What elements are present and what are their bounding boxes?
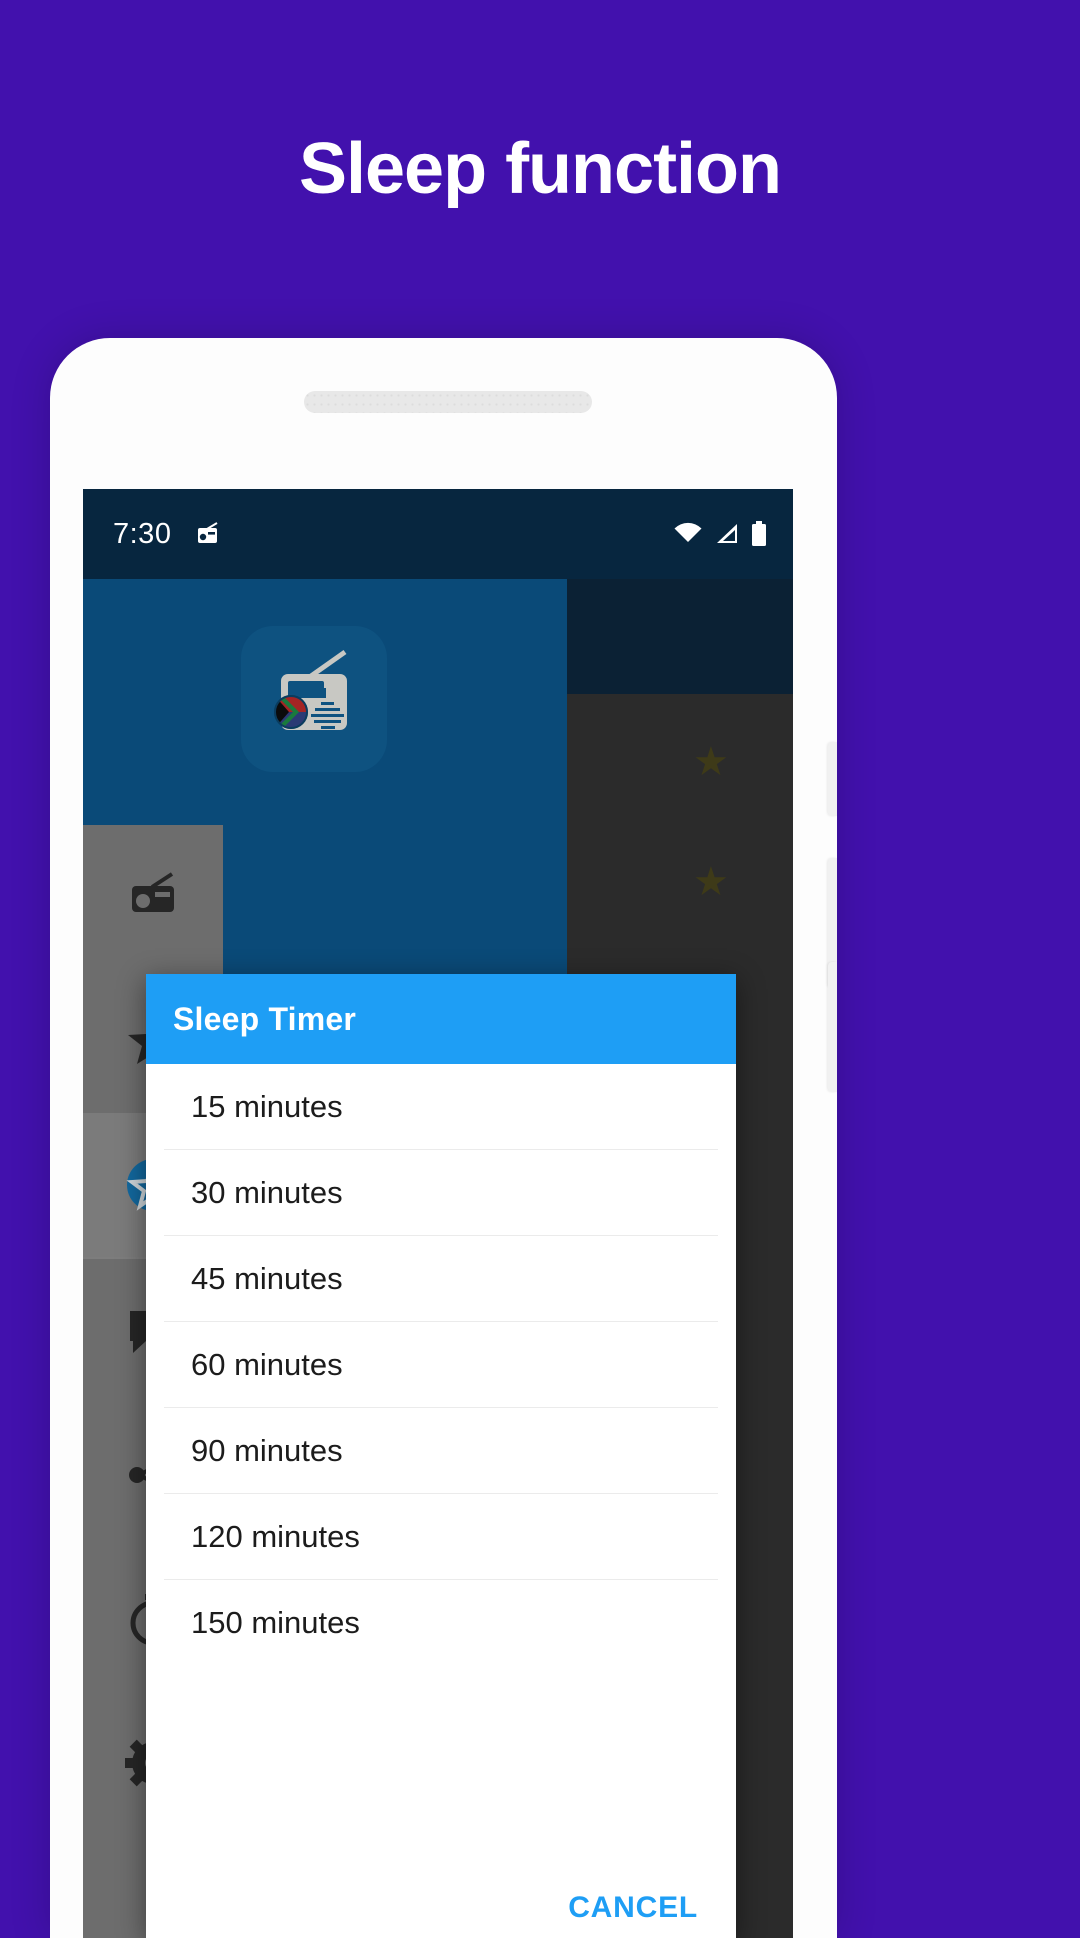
option-label: 15 minutes xyxy=(191,1088,343,1124)
dialog-action-bar: CANCEL xyxy=(146,1878,736,1938)
station-artwork xyxy=(241,626,387,772)
radio-south-africa-icon xyxy=(274,649,347,730)
status-bar-system-icons xyxy=(673,521,767,547)
list-item[interactable]: 120 minutes xyxy=(164,1494,718,1580)
option-label: 45 minutes xyxy=(191,1260,343,1296)
phone-speaker-grille xyxy=(304,391,592,413)
status-bar-clock: 7:30 xyxy=(113,517,172,550)
option-label: 60 minutes xyxy=(191,1346,343,1382)
phone-side-button-top xyxy=(828,742,837,816)
phone-screen: ★ ★ ★ ★ ★ ★ ★ ★ ★ ★ xyxy=(83,489,793,1938)
phone-mockup: ★ ★ ★ ★ ★ ★ ★ ★ ★ ★ xyxy=(50,338,837,1938)
list-item[interactable]: 90 minutes xyxy=(164,1408,718,1494)
battery-icon xyxy=(752,521,766,546)
list-item[interactable]: 45 minutes xyxy=(164,1236,718,1322)
option-label: 150 minutes xyxy=(191,1604,360,1640)
sleep-timer-option-list: 15 minutes 30 minutes 45 minutes 60 minu… xyxy=(146,1064,736,1665)
status-bar-notification-icons xyxy=(195,521,221,547)
option-label: 30 minutes xyxy=(191,1174,343,1210)
option-label: 120 minutes xyxy=(191,1518,360,1554)
page-title: Sleep function xyxy=(298,129,782,209)
phone-side-button-bottom xyxy=(828,962,837,1092)
radio-notification-icon xyxy=(198,522,218,543)
wifi-icon xyxy=(674,522,702,542)
dialog-header: Sleep Timer xyxy=(146,974,736,1064)
dialog-title: Sleep Timer xyxy=(173,1000,357,1037)
status-bar: 7:30 xyxy=(83,489,793,579)
sidebar-item-radio[interactable] xyxy=(83,825,223,969)
option-label: 90 minutes xyxy=(191,1432,343,1468)
list-item[interactable]: 150 minutes xyxy=(164,1580,718,1665)
radio-icon xyxy=(132,872,174,912)
list-item[interactable]: 30 minutes xyxy=(164,1150,718,1236)
list-item[interactable]: 60 minutes xyxy=(164,1322,718,1408)
signal-icon xyxy=(717,524,737,543)
list-item[interactable]: 15 minutes xyxy=(164,1064,718,1150)
sleep-timer-dialog: Sleep Timer 15 minutes 30 minutes 45 min… xyxy=(146,974,736,1938)
